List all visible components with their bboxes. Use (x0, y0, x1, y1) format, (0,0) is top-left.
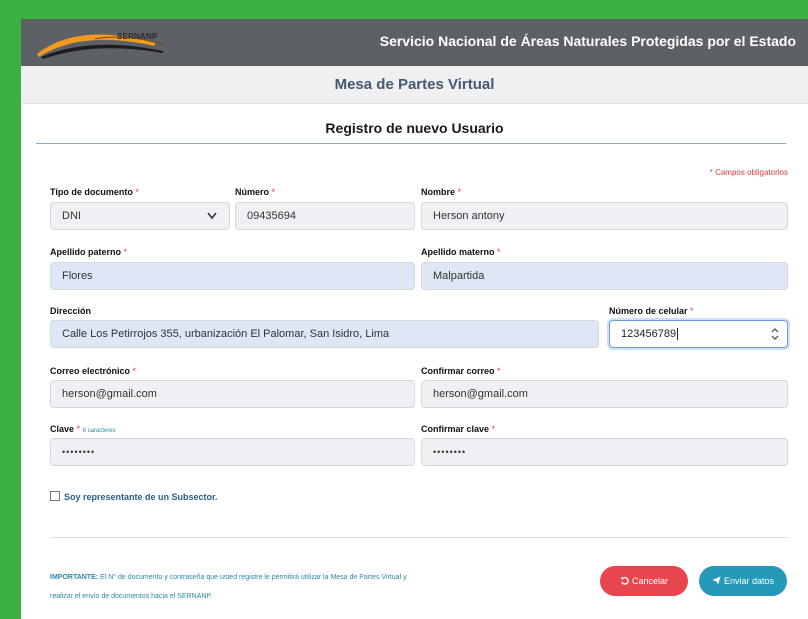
subsector-checkbox-row[interactable]: Soy representante de un Subsector. (50, 491, 218, 502)
paper-plane-icon (712, 576, 721, 585)
phone-input[interactable]: 123456789 (609, 320, 788, 348)
address-label: Dirección (50, 306, 91, 316)
logo-text: SERNANP (117, 32, 158, 41)
number-label-text: Número (235, 187, 270, 197)
number-label: Número * (235, 187, 275, 197)
last-name-1-label-text: Apellido paterno (50, 247, 122, 257)
doc-type-value: DNI (62, 210, 81, 222)
cancel-button[interactable]: Cancelar (600, 566, 688, 596)
email-input[interactable]: herson@gmail.com (50, 380, 415, 408)
top-header: SERNANP Servicio Nacional de Áreas Natur… (21, 19, 808, 66)
number-input[interactable]: 09435694 (235, 202, 415, 230)
page-frame: SERNANP Servicio Nacional de Áreas Natur… (21, 19, 808, 619)
org-title: Servicio Nacional de Áreas Naturales Pro… (379, 33, 796, 49)
send-label: Enviar datos (723, 576, 775, 586)
name-label-text: Nombre (421, 187, 456, 197)
password-label: Clave * 8 caracteres (50, 424, 116, 434)
doc-type-label: Tipo de documento * (50, 187, 139, 197)
phone-label-text: Número de celular (609, 306, 688, 316)
required-star: * (132, 366, 137, 376)
last-name-2-value: Malpartida (433, 270, 485, 282)
email-label-text: Correo electrónico (50, 366, 131, 376)
doc-type-select[interactable]: DNI (50, 202, 230, 230)
email-label: Correo electrónico * (50, 366, 136, 376)
doc-type-label-text: Tipo de documento (50, 187, 133, 197)
subsector-checkbox-label: Soy representante de un Subsector. (64, 492, 218, 502)
name-value: Herson antony (433, 210, 505, 222)
last-name-1-label: Apellido paterno * (50, 247, 127, 257)
required-star: * (457, 187, 462, 197)
address-input[interactable]: Calle Los Petirrojos 355, urbanización E… (50, 320, 599, 348)
name-label: Nombre * (421, 187, 461, 197)
email-confirm-label-text: Confirmar correo (421, 366, 495, 376)
chevron-down-icon (207, 203, 217, 229)
address-label-text: Dirección (50, 306, 92, 316)
undo-icon (620, 576, 629, 585)
required-star: * (690, 306, 694, 316)
number-stepper-icon[interactable] (771, 327, 779, 341)
cancel-label: Cancelar (631, 576, 669, 586)
required-star: * (491, 424, 496, 434)
last-name-1-value: Flores (62, 270, 93, 282)
form-title-divider (36, 143, 786, 144)
last-name-2-input[interactable]: Malpartida (421, 262, 788, 290)
form-title: Registro de nuevo Usuario (325, 120, 504, 136)
last-name-1-input[interactable]: Flores (50, 262, 415, 290)
required-star: * (497, 247, 501, 257)
app-title-bar: Mesa de Partes Virtual (21, 66, 808, 104)
app-title: Mesa de Partes Virtual (334, 76, 495, 93)
subsector-checkbox[interactable] (50, 491, 60, 501)
phone-label: Número de celular * (609, 306, 694, 316)
send-button[interactable]: Enviar datos (699, 566, 787, 596)
email-confirm-value: herson@gmail.com (433, 388, 528, 400)
name-input[interactable]: Herson antony (421, 202, 788, 230)
password-hint: 8 caracteres (82, 428, 116, 434)
password-value: •••••••• (62, 447, 96, 457)
number-value: 09435694 (247, 210, 296, 222)
password-confirm-input[interactable]: •••••••• (421, 438, 788, 466)
password-confirm-label-text: Confirmar clave (421, 424, 490, 434)
sernanp-logo (37, 34, 166, 59)
password-input[interactable]: •••••••• (50, 438, 415, 466)
phone-value: 123456789 (621, 328, 677, 340)
address-value: Calle Los Petirrojos 355, urbanización E… (62, 328, 390, 340)
password-label-text: Clave (50, 424, 75, 434)
email-confirm-input[interactable]: herson@gmail.com (421, 380, 788, 408)
important-label: IMPORTANTE: (50, 574, 99, 581)
password-confirm-label: Confirmar clave * (421, 424, 495, 434)
required-star: * (76, 424, 81, 434)
required-fields-note: * Campos obligatorios (709, 168, 788, 177)
important-text-1: El N° de documento y contraseña que uste… (98, 574, 407, 581)
last-name-2-label-text: Apellido materno (421, 247, 495, 257)
email-value: herson@gmail.com (62, 388, 157, 400)
password-confirm-value: •••••••• (433, 447, 467, 457)
required-star: * (123, 247, 128, 257)
footer-divider (50, 537, 788, 538)
important-text-2: realizar el envío de documentos hacia el… (50, 593, 213, 600)
email-confirm-label: Confirmar correo * (421, 366, 501, 376)
required-star: * (271, 187, 276, 197)
required-star: * (497, 366, 501, 376)
text-cursor (677, 328, 679, 340)
important-note: IMPORTANTE: El N° de documento y contras… (50, 568, 570, 606)
required-star: * (135, 187, 139, 197)
last-name-2-label: Apellido materno * (421, 247, 501, 257)
